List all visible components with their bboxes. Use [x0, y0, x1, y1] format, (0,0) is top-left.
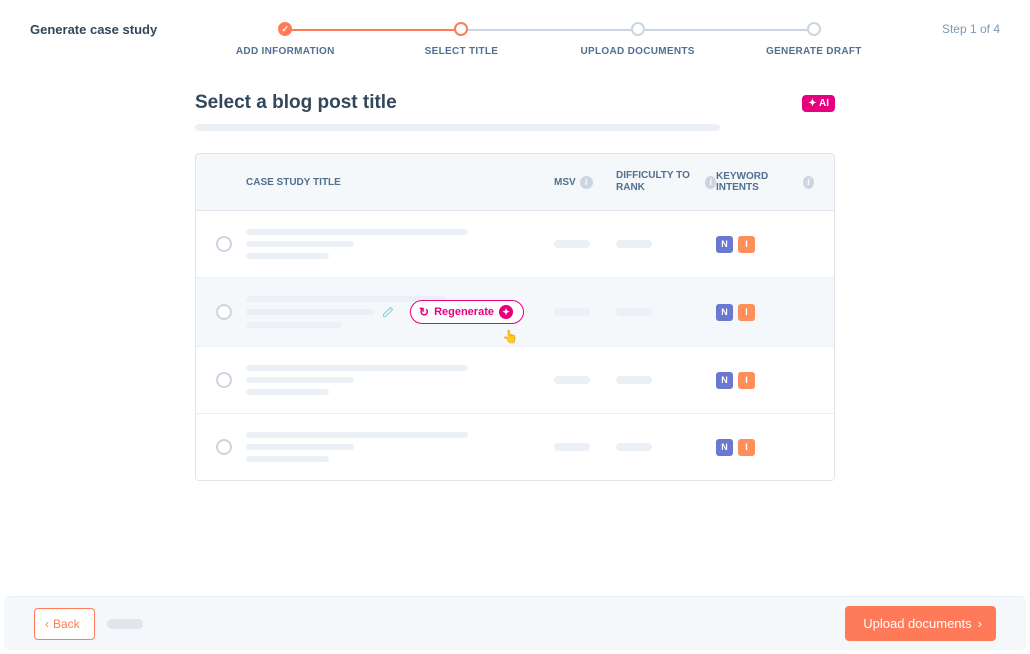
intent-badge-i: I	[738, 439, 755, 456]
radio[interactable]	[216, 304, 232, 320]
back-button[interactable]: ‹ Back	[34, 608, 95, 640]
table-header: CASE STUDY TITLE MSV i DIFFICULTY TO RAN…	[196, 154, 834, 211]
step-select-title: SELECT TITLE	[373, 22, 549, 57]
step-add-information: ADD INFORMATION	[197, 22, 373, 57]
info-icon[interactable]: i	[705, 176, 716, 189]
footer-placeholder	[107, 619, 143, 629]
intent-badge-i: I	[738, 236, 755, 253]
ai-badge: ✦ AI	[802, 95, 835, 112]
page-title: Select a blog post title	[195, 92, 397, 114]
radio[interactable]	[216, 236, 232, 252]
header: Generate case study ADD INFORMATION SELE…	[0, 0, 1030, 57]
regenerate-button[interactable]: ↻ Regenerate ✦	[410, 300, 524, 324]
refresh-icon: ↻	[419, 305, 429, 319]
table-row[interactable]: N I	[196, 347, 834, 414]
column-difficulty: DIFFICULTY TO RANK i	[616, 170, 716, 194]
step-circle-current	[454, 22, 468, 36]
radio[interactable]	[216, 372, 232, 388]
step-circle	[631, 22, 645, 36]
table-row[interactable]: N I	[196, 211, 834, 278]
page-name: Generate case study	[30, 22, 157, 37]
footer: ‹ Back Upload documents ›	[4, 596, 1026, 650]
subtitle-placeholder	[195, 124, 720, 131]
chevron-left-icon: ‹	[45, 617, 49, 631]
intent-badge-n: N	[716, 236, 733, 253]
info-icon[interactable]: i	[580, 176, 593, 189]
intent-badge-i: I	[738, 304, 755, 321]
table-row[interactable]: ↻ Regenerate ✦ N I	[196, 278, 834, 347]
intent-badge-n: N	[716, 304, 733, 321]
edit-icon[interactable]	[378, 302, 398, 322]
title-table: CASE STUDY TITLE MSV i DIFFICULTY TO RAN…	[195, 153, 835, 481]
step-line	[461, 29, 637, 31]
chevron-right-icon: ›	[978, 616, 982, 631]
step-indicator: Step 1 of 4	[942, 22, 1000, 36]
step-line	[285, 29, 461, 31]
radio[interactable]	[216, 439, 232, 455]
intent-badge-n: N	[716, 439, 733, 456]
step-circle-done	[278, 22, 292, 36]
stepper: ADD INFORMATION SELECT TITLE UPLOAD DOCU…	[197, 22, 902, 57]
step-upload-documents: UPLOAD DOCUMENTS	[550, 22, 726, 57]
intent-badge-i: I	[738, 372, 755, 389]
table-row[interactable]: N I	[196, 414, 834, 480]
info-icon[interactable]: i	[803, 176, 814, 189]
column-msv: MSV i	[554, 176, 616, 189]
column-title: CASE STUDY TITLE	[246, 177, 554, 188]
intent-badge-n: N	[716, 372, 733, 389]
step-line	[638, 29, 814, 31]
sparkle-icon: ✦	[499, 305, 513, 319]
step-circle	[807, 22, 821, 36]
step-generate-draft: GENERATE DRAFT	[726, 22, 902, 57]
column-intents: KEYWORD INTENTS i	[716, 171, 814, 193]
upload-documents-button[interactable]: Upload documents ›	[845, 606, 996, 641]
